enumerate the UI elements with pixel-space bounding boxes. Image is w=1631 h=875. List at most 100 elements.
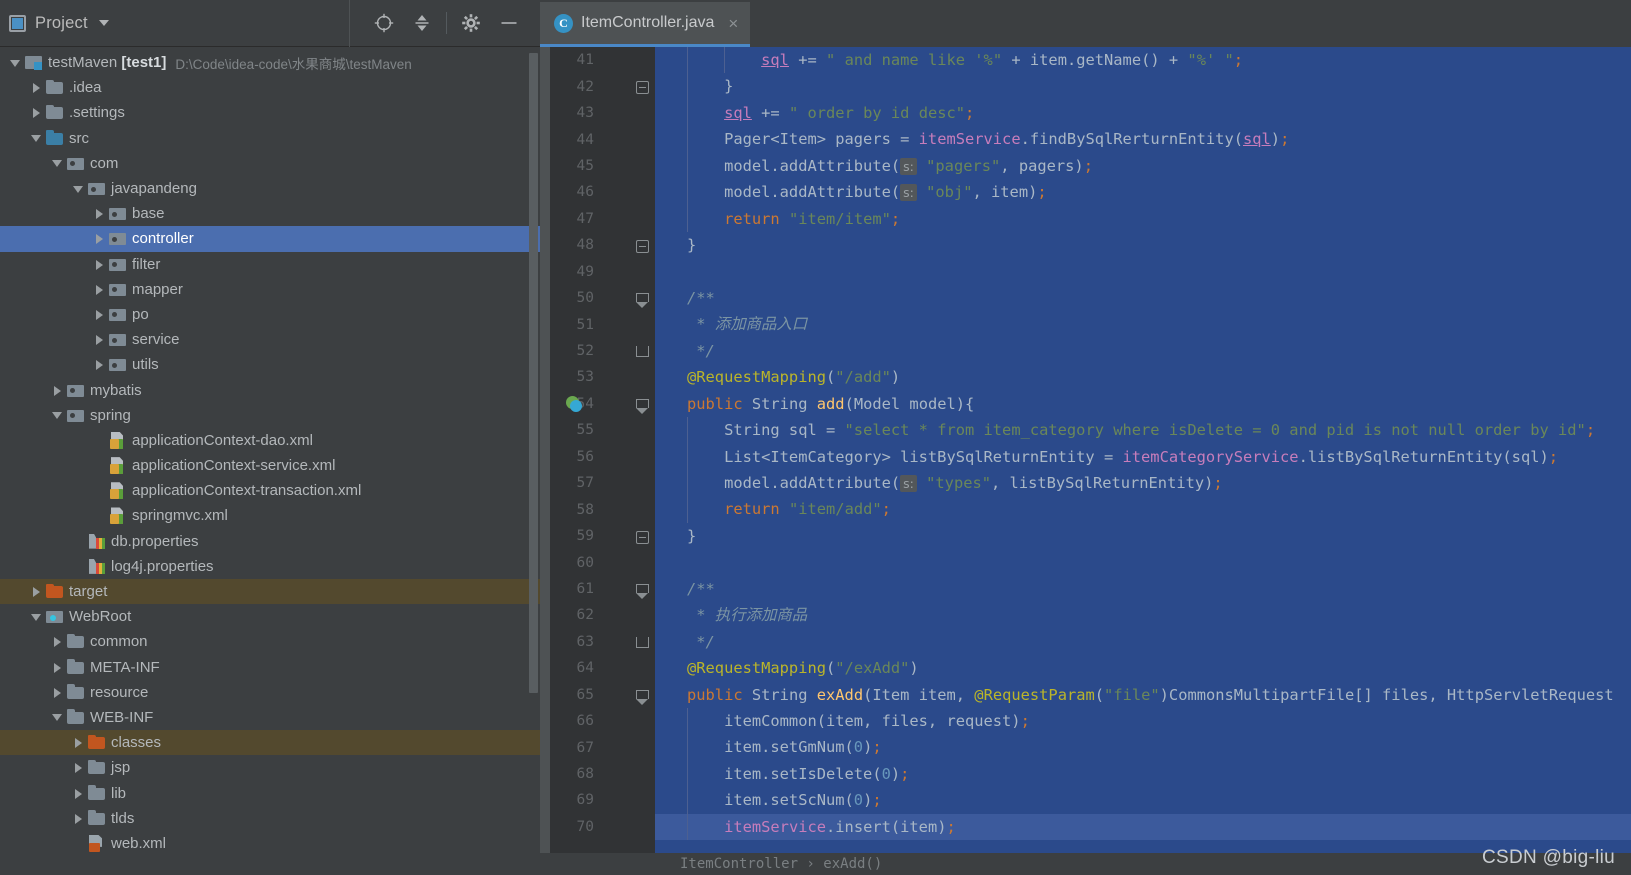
code-line[interactable]: /** (655, 576, 1631, 602)
code-line[interactable]: item.setScNum(0); (655, 787, 1631, 814)
tree-node-springmvc-xml[interactable]: springmvc.xml (0, 503, 540, 528)
tree-node-spring[interactable]: spring (0, 403, 540, 428)
gutter-row[interactable]: 57 (540, 470, 655, 496)
code-line[interactable]: Pager<Item> pagers = itemService.findByS… (655, 126, 1631, 153)
tree-expand-right-icon[interactable] (91, 256, 107, 272)
tree-expand-down-icon[interactable] (49, 407, 65, 423)
code-fold-arrowdn-icon[interactable] (636, 292, 649, 308)
tree-node-webroot[interactable]: WebRoot (0, 604, 540, 629)
gutter-row[interactable]: 67 (540, 734, 655, 760)
code-line[interactable]: /** (655, 285, 1631, 311)
tree-node-filter[interactable]: filter (0, 252, 540, 277)
tree-expand-right-icon[interactable] (70, 810, 86, 826)
gutter-row[interactable]: 50 (540, 285, 655, 311)
gutter-row[interactable]: 69 (540, 787, 655, 813)
tree-expand-right-icon[interactable] (49, 684, 65, 700)
gutter-row[interactable]: 56 (540, 444, 655, 470)
gutter-row[interactable]: 70 (540, 814, 655, 840)
tree-expand-right-icon[interactable] (49, 659, 65, 675)
tree-node-target[interactable]: target (0, 578, 540, 605)
code-line[interactable]: return "item/add"; (655, 496, 1631, 523)
gutter-row[interactable]: 47 (540, 206, 655, 232)
tree-expand-down-icon[interactable] (49, 709, 65, 725)
gutter-row[interactable]: 41 (540, 47, 655, 73)
gutter-row[interactable]: 42 (540, 73, 655, 99)
tree-expand-right-icon[interactable] (70, 735, 86, 751)
tree-node-src[interactable]: src (0, 126, 540, 151)
editor-vertical-scrollbar[interactable] (1619, 47, 1631, 853)
gutter-row[interactable]: 59 (540, 523, 655, 549)
gutter-row[interactable]: 66 (540, 708, 655, 734)
code-fold-arrowdn-icon[interactable] (636, 689, 649, 705)
code-line[interactable]: @RequestMapping("/add") (655, 364, 1631, 390)
code-fold-tick-icon[interactable] (636, 636, 649, 648)
code-line[interactable]: itemService.insert(item); (655, 813, 1631, 841)
gutter-row[interactable]: 60 (540, 549, 655, 575)
tree-node-classes[interactable]: classes (0, 730, 540, 756)
gutter-row[interactable]: 63 (540, 629, 655, 655)
gutter-row[interactable]: 45 (540, 153, 655, 179)
code-line[interactable]: */ (655, 629, 1631, 655)
chevron-down-icon[interactable] (98, 20, 109, 26)
tree-expand-right-icon[interactable] (91, 206, 107, 222)
code-line[interactable]: * 添加商品入口 (655, 311, 1631, 337)
hide-window-icon[interactable] (490, 4, 528, 42)
tree-node-resource[interactable]: resource (0, 680, 540, 705)
tree-expand-right-icon[interactable] (91, 281, 107, 297)
code-line[interactable]: public String exAdd(Item item, @RequestP… (655, 682, 1631, 708)
tree-node-po[interactable]: po (0, 302, 540, 327)
code-line[interactable]: item.setIsDelete(0); (655, 760, 1631, 788)
tree-node-lib[interactable]: lib (0, 780, 540, 805)
code-fold-minus-icon[interactable] (636, 240, 649, 254)
code-line[interactable]: sql += " and name like '%" + item.getNam… (655, 47, 1631, 74)
code-line[interactable]: return "item/item"; (655, 205, 1631, 233)
code-line[interactable]: model.addAttribute(s: "types", listBySql… (655, 470, 1631, 497)
tree-expand-right-icon[interactable] (91, 306, 107, 322)
gutter-row[interactable]: 61 (540, 576, 655, 602)
code-line[interactable] (655, 259, 1631, 285)
tree-node--settings[interactable]: .settings (0, 100, 540, 125)
tree-expand-right-icon[interactable] (91, 332, 107, 348)
tree-node-common[interactable]: common (0, 629, 540, 654)
tree-expand-down-icon[interactable] (70, 181, 86, 197)
editor-gutter[interactable]: 41 42 43 44 45 46 47 48 49 50 51 52 53 54 55 56 57 58 59 60… (540, 47, 655, 853)
tree-node-javapandeng[interactable]: javapandeng (0, 176, 540, 201)
gutter-row[interactable]: 55 (540, 417, 655, 443)
code-line[interactable]: * 执行添加商品 (655, 602, 1631, 628)
tree-expand-down-icon[interactable] (28, 609, 44, 625)
tree-node-jsp[interactable]: jsp (0, 755, 540, 780)
tree-expand-down-icon[interactable] (28, 130, 44, 146)
tree-node-web-inf[interactable]: WEB-INF (0, 705, 540, 730)
gear-icon[interactable] (452, 4, 490, 42)
code-line[interactable]: public String add(Model model){ (655, 391, 1631, 417)
close-icon[interactable]: × (728, 15, 738, 32)
gutter-row[interactable]: 62 (540, 602, 655, 628)
project-tree-scrollbar[interactable] (529, 53, 538, 713)
tree-node-applicationcontext-transaction-xml[interactable]: applicationContext-transaction.xml (0, 478, 540, 503)
editor-tab-itemcontroller[interactable]: C ItemController.java × (540, 2, 751, 47)
code-line[interactable] (655, 549, 1631, 575)
tree-expand-right-icon[interactable] (28, 80, 44, 96)
tree-expand-right-icon[interactable] (28, 105, 44, 121)
code-line[interactable]: String sql = "select * from item_categor… (655, 417, 1631, 444)
code-line[interactable]: itemCommon(item, files, request); (655, 707, 1631, 735)
locate-icon[interactable] (365, 4, 403, 42)
code-fold-arrowdn-icon[interactable] (636, 583, 649, 599)
gutter-row[interactable]: 52 (540, 338, 655, 364)
gutter-row[interactable]: 51 (540, 311, 655, 337)
tree-node-mybatis[interactable]: mybatis (0, 377, 540, 402)
code-fold-tick-icon[interactable] (636, 345, 649, 357)
gutter-row[interactable]: 65 (540, 682, 655, 708)
tree-node-mapper[interactable]: mapper (0, 277, 540, 302)
tree-node-testmaven[interactable]: testMaven [test1] D:\Code\idea-code\水果商城\… (0, 50, 540, 75)
tree-node-web-xml[interactable]: web.xml (0, 831, 540, 856)
gutter-row[interactable]: 64 (540, 655, 655, 681)
tree-expand-down-icon[interactable] (7, 55, 23, 71)
code-line[interactable]: sql += " order by id desc"; (655, 99, 1631, 127)
tree-node-applicationcontext-service-xml[interactable]: applicationContext-service.xml (0, 453, 540, 478)
gutter-row[interactable]: 44 (540, 126, 655, 152)
code-line[interactable]: @RequestMapping("/exAdd") (655, 655, 1631, 681)
gutter-row[interactable]: 53 (540, 364, 655, 390)
collapse-all-icon[interactable] (403, 4, 441, 42)
tree-node-base[interactable]: base (0, 201, 540, 226)
